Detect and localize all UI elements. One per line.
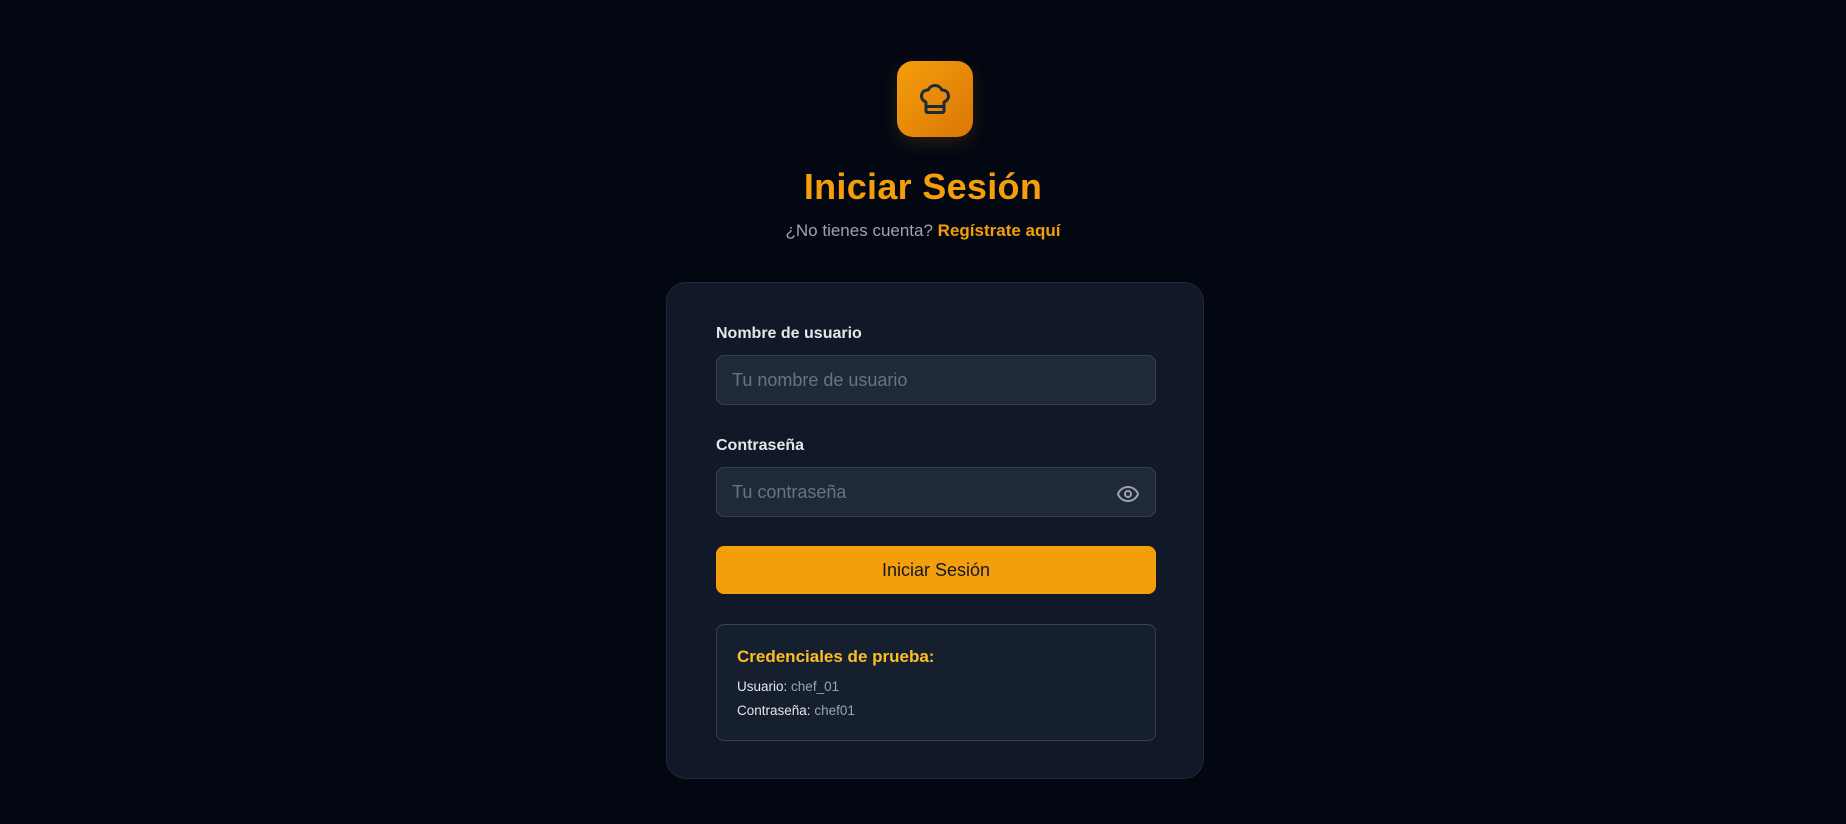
page-title: Iniciar Sesión <box>803 166 1043 207</box>
test-username-value: chef_01 <box>791 679 840 694</box>
test-password-line: Contraseña: chef01 <box>737 703 855 718</box>
test-password-label: Contraseña: <box>737 703 811 718</box>
show-password-toggle[interactable] <box>1115 481 1141 507</box>
test-password-value: chef01 <box>814 703 855 718</box>
login-page: Iniciar Sesión ¿No tienes cuenta? Regíst… <box>0 0 1846 824</box>
username-input[interactable] <box>716 355 1156 405</box>
register-link[interactable]: Regístrate aquí <box>938 221 1061 240</box>
test-username-label: Usuario: <box>737 679 788 694</box>
register-prompt: ¿No tienes cuenta? Regístrate aquí <box>0 221 1846 241</box>
eye-icon <box>1117 486 1139 502</box>
register-prompt-text: ¿No tienes cuenta? <box>785 221 933 240</box>
login-submit-button[interactable]: Iniciar Sesión <box>716 546 1156 594</box>
chef-hat-icon <box>920 84 950 114</box>
username-label: Nombre de usuario <box>716 325 862 342</box>
password-input[interactable] <box>716 467 1156 517</box>
test-credentials-box: Credenciales de prueba: Usuario: chef_01… <box>716 624 1156 741</box>
login-card: Nombre de usuario Contraseña Iniciar Ses… <box>666 282 1204 779</box>
chef-hat-logo <box>897 61 973 137</box>
test-credentials-title: Credenciales de prueba: <box>737 647 935 666</box>
test-username-line: Usuario: chef_01 <box>737 679 839 694</box>
password-label: Contraseña <box>716 437 805 454</box>
